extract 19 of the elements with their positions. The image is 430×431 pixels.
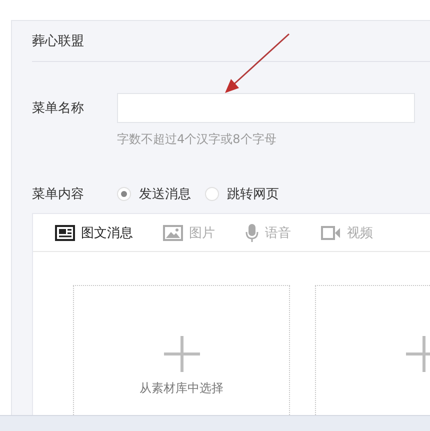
media-tab[interactable]: 图片 xyxy=(163,214,215,251)
microphone-icon xyxy=(245,222,259,242)
menu-title: 葬心联盟 xyxy=(32,33,84,50)
plus-icon xyxy=(164,336,200,372)
video-camera-icon xyxy=(321,224,341,240)
image-icon xyxy=(163,224,183,240)
media-tab[interactable]: 视频 xyxy=(321,214,373,251)
article-icon xyxy=(55,224,75,240)
radio-button[interactable] xyxy=(117,187,131,201)
hint-text: 字数不超过4个汉字或8个字母 xyxy=(117,131,278,148)
media-tab[interactable]: 图文消息 xyxy=(55,214,133,251)
media-tab[interactable]: 语音 xyxy=(245,214,291,251)
field-label: 菜单内容 xyxy=(32,186,85,203)
card-label: 从素材库中选择 xyxy=(140,380,224,397)
radio-button[interactable] xyxy=(205,187,219,201)
radio-label[interactable]: 发送消息 xyxy=(139,185,191,203)
radio-label[interactable]: 跳转网页 xyxy=(227,185,279,203)
menu-name-field[interactable] xyxy=(117,93,415,123)
field-label: 菜单名称 xyxy=(32,100,85,117)
